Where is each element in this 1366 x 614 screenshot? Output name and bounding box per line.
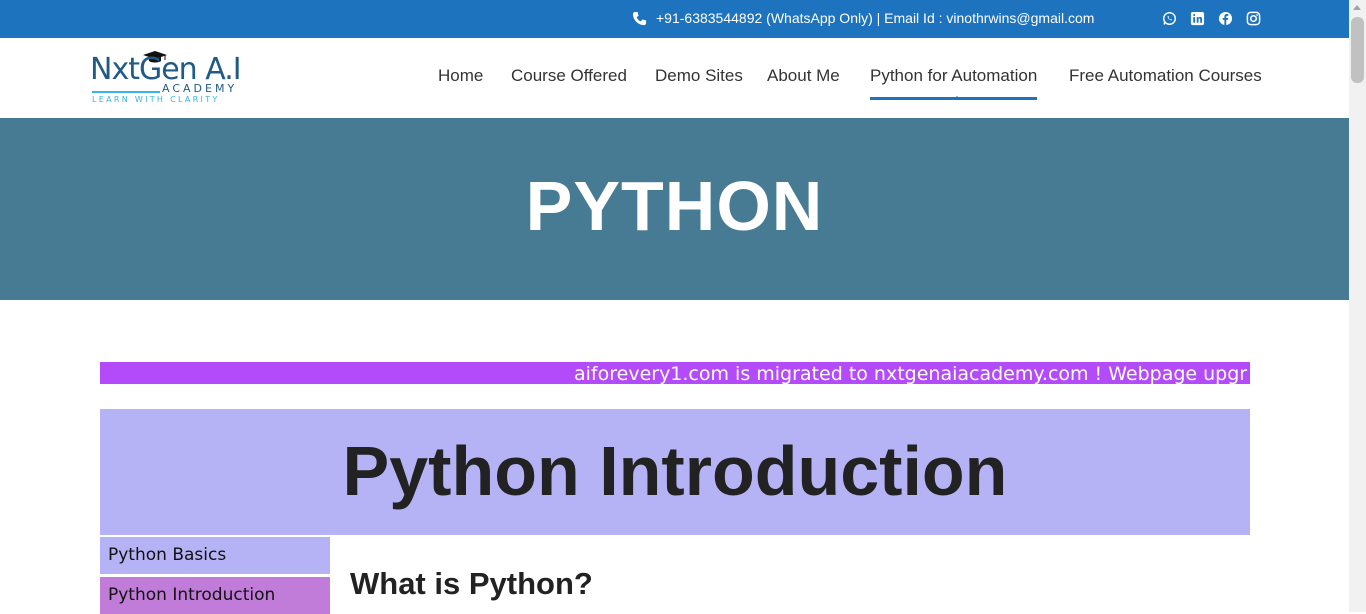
- scrollbar-thumb[interactable]: [1351, 17, 1364, 83]
- top-bar: +91-6383544892 (WhatsApp Only) | Email I…: [0, 0, 1349, 38]
- announcement-marquee: aiforevery1.com is migrated to nxtgenaia…: [100, 362, 1250, 384]
- facebook-icon[interactable]: [1218, 11, 1233, 26]
- logo-tagline: LEARN WITH CLARITY: [92, 95, 220, 104]
- section-banner: Python Introduction: [100, 409, 1250, 535]
- sidebar-item-python-introduction[interactable]: Python Introduction: [100, 577, 330, 614]
- whatsapp-icon[interactable]: [1162, 11, 1177, 26]
- active-indicator-caret: [953, 96, 961, 100]
- social-links: [1162, 11, 1274, 26]
- contact-info: +91-6383544892 (WhatsApp Only) | Email I…: [632, 10, 1094, 26]
- nav-python-for-automation[interactable]: Python for Automation: [870, 65, 1038, 100]
- nav-about-me[interactable]: About Me: [767, 65, 840, 87]
- page-hero: PYTHON: [0, 118, 1349, 300]
- phone-icon: [632, 11, 647, 26]
- nav-demo-sites[interactable]: Demo Sites: [655, 65, 743, 87]
- scroll-up-arrow-icon[interactable]: [1353, 5, 1361, 10]
- nav-free-automation-courses[interactable]: Free Automation Courses: [1069, 65, 1262, 87]
- sidebar-item-python-basics[interactable]: Python Basics: [100, 537, 330, 574]
- instagram-icon[interactable]: [1246, 11, 1261, 26]
- nav-home[interactable]: Home: [438, 65, 483, 87]
- site-header: NxtGen A.I ACADEMY LEARN WITH CLARITY Ho…: [0, 38, 1349, 118]
- linkedin-icon[interactable]: [1190, 11, 1205, 26]
- page-scrollbar[interactable]: [1349, 0, 1366, 612]
- marquee-text: aiforevery1.com is migrated to nxtgenaia…: [574, 363, 1248, 384]
- logo-subtitle: ACADEMY: [162, 82, 238, 95]
- nav-course-offered[interactable]: Course Offered: [511, 65, 627, 87]
- site-logo[interactable]: NxtGen A.I ACADEMY LEARN WITH CLARITY: [90, 50, 250, 106]
- contact-text: +91-6383544892 (WhatsApp Only) | Email I…: [656, 10, 1095, 26]
- content-heading: What is Python?: [350, 566, 593, 601]
- page-title: PYTHON: [525, 167, 824, 245]
- section-title: Python Introduction: [342, 432, 1008, 510]
- logo-underline: [92, 91, 160, 93]
